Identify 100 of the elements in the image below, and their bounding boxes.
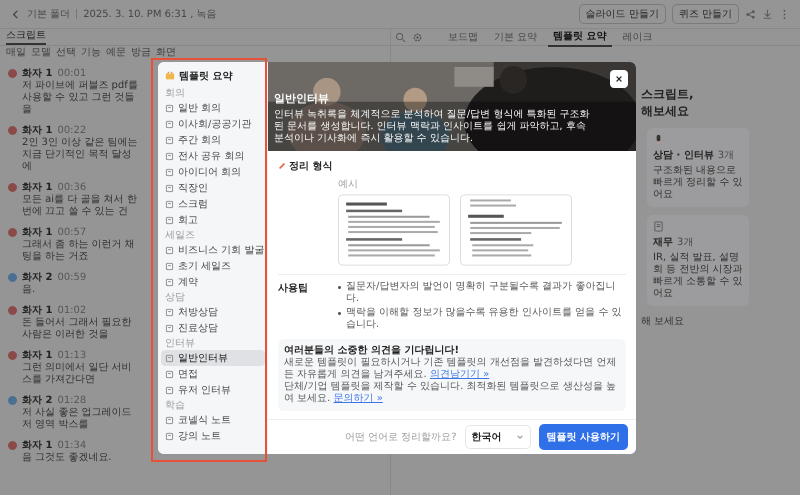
close-icon	[615, 75, 623, 83]
document-icon	[165, 370, 174, 378]
use-template-button[interactable]: 템플릿 사용하기	[538, 424, 628, 450]
document-icon	[653, 221, 664, 232]
template-item[interactable]: 면접	[161, 366, 265, 382]
share-icon[interactable]	[745, 8, 756, 20]
view-tab[interactable]: 보드맵	[443, 28, 483, 46]
document-icon	[165, 136, 174, 144]
template-item[interactable]: 유저 인터뷰	[161, 382, 265, 398]
template-item[interactable]: 코넬식 노트	[161, 412, 265, 428]
section-label: 인터뷰	[164, 338, 196, 350]
speaker-name: 화자 1	[22, 226, 52, 239]
card-count: 3개	[718, 149, 734, 162]
section-label: 세일즈	[164, 230, 196, 242]
language-prompt: 어떤 언어로 정리할까요?	[344, 431, 457, 444]
keyword-chip[interactable]: 기능	[81, 47, 101, 59]
keyword-chip[interactable]: 선택	[56, 47, 76, 59]
document-icon	[165, 386, 174, 394]
example-label: 예시	[338, 178, 359, 192]
speaker-name: 화자 1	[22, 124, 52, 137]
document-icon	[165, 324, 174, 332]
feedback-title: 여러분들의 소중한 의견을 기다립니다!	[284, 345, 460, 358]
template-item[interactable]: 초기 세일즈	[161, 258, 265, 274]
view-tab[interactable]: 템플릿 요약	[548, 27, 612, 47]
transcript-text: 그런 의미에서 일단 서비스를 가져간다면	[21, 362, 133, 386]
section-label: 학습	[164, 400, 186, 412]
feedback-link[interactable]: 문의하기 »	[334, 393, 383, 404]
transcript-text: 2인 3인 이상 같은 팀에는 지금 단기적인 목적 달성에	[21, 137, 138, 173]
card-description: IR, 실적 발표, 설명회 등 전반의 시장과 빠르게 소통할 수 있어요	[653, 252, 743, 300]
document-icon	[165, 104, 174, 112]
section-label: 상담	[164, 292, 186, 304]
keyword-chip[interactable]: 매일	[6, 47, 26, 59]
speaker-name: 화자 1	[22, 439, 52, 452]
document-icon	[165, 416, 174, 424]
section-label: 회의	[164, 88, 186, 100]
script-tab[interactable]: 스크립트	[6, 28, 46, 45]
card-title: 재무	[653, 236, 673, 249]
template-item[interactable]: 비즈니스 기회 발굴	[161, 242, 265, 258]
document-icon	[165, 120, 174, 128]
document-icon	[165, 216, 174, 224]
transcript-text: 모든 ai를 다 골을 쳐서 한 번에 끄고 쓸 수 있는 건	[21, 194, 138, 218]
speaker-name: 화자 2	[22, 271, 52, 284]
document-icon	[165, 308, 174, 316]
tip-text: 맥락을 이해할 정보가 많을수록 유용한 인사이트를 얻을 수 있습니다.	[346, 307, 622, 332]
template-item[interactable]: 직장인	[161, 180, 265, 196]
template-item[interactable]: 강의 노트	[161, 428, 265, 444]
keyword-chip[interactable]: 화면	[156, 47, 176, 59]
bullet-icon	[338, 286, 341, 290]
template-item[interactable]: 일반 회의	[161, 100, 265, 116]
template-card[interactable]: 상담 · 인터뷰 3개 구조화된 내용으로 빠르게 정리할 수 있어요	[647, 128, 749, 207]
language-select[interactable]: 한국어	[464, 425, 531, 450]
panel-heading: 스크립트,	[641, 86, 695, 103]
transcript-text: 저 사실 좋은 업그레이드 저 영역 박스를	[21, 407, 133, 431]
bullet-icon	[338, 312, 341, 316]
template-item[interactable]: 계약	[161, 274, 265, 290]
toolbar-button[interactable]: 슬라이드 만들기	[578, 4, 666, 24]
section-title: 사용팁	[278, 282, 309, 296]
recording-title: 2025. 3. 10. PM 6:31 , 녹음	[83, 8, 217, 21]
template-item[interactable]: 일반인터뷰	[161, 350, 265, 366]
keyword-chip[interactable]: 예문	[106, 47, 126, 59]
keyword-chip[interactable]: 방금	[131, 47, 151, 59]
document-icon	[165, 246, 174, 254]
template-item[interactable]: 이사회/공공기관	[161, 116, 265, 132]
transcript-text: 음.	[21, 284, 36, 296]
download-icon[interactable]	[762, 8, 773, 20]
view-tab[interactable]: 레이크	[618, 28, 658, 46]
template-item[interactable]: 아이디어 회의	[161, 164, 265, 180]
feedback-text: 단체/기업 템플릿을 제작할 수 있습니다. 최적화된 템플릿으로 생산성을 높여 보세요. 문의하기 »	[284, 381, 617, 406]
template-item[interactable]: 스크럼	[161, 196, 265, 212]
document-icon	[165, 432, 174, 440]
card-description: 구조화된 내용으로 빠르게 정리할 수 있어요	[653, 165, 743, 201]
template-item[interactable]: 처방상담	[161, 304, 265, 320]
speaker-name: 화자 1	[22, 181, 52, 194]
transcript-text: 돈 들어서 그래서 필요한 사람은 이러한 것을	[21, 317, 133, 341]
template-title: 일반인터뷰	[274, 91, 330, 106]
template-item[interactable]: 주간 회의	[161, 132, 265, 148]
toolbar-button[interactable]: 퀴즈 만들기	[672, 4, 739, 24]
template-item[interactable]: 전사 공유 회의	[161, 148, 265, 164]
card-count: 3개	[677, 236, 694, 249]
template-description: 인터뷰 녹취록을 체계적으로 분석하여 질문/답변 형식에 특화된 구조화된 문서를 생성합니다. 인터뷰 맥락과 인사이트를 쉽게 파악하고, 후속 분석이나 기사화에 즉시 활용할 수 있습니다.	[274, 109, 591, 146]
speaker-name: 화자 2	[22, 394, 52, 407]
keyword-chip[interactable]: 모델	[31, 47, 51, 59]
search-icon[interactable]	[395, 32, 406, 42]
template-item[interactable]: 진료상담	[161, 320, 265, 336]
close-button[interactable]	[610, 70, 628, 88]
transcript-text: 음 그것도 좋겠네요.	[21, 452, 113, 464]
speaker-name: 화자 1	[22, 349, 52, 362]
hint-text: 해 보세요	[641, 315, 686, 328]
template-card[interactable]: 재무 3개 IR, 실적 발표, 설명회 등 전반의 시장과 빠르게 소통할 수 있어요	[647, 215, 749, 306]
view-tab[interactable]: 기본 요약	[489, 28, 542, 46]
document-icon	[165, 168, 174, 176]
breadcrumb-link[interactable]: 기본 폴더	[27, 7, 70, 21]
feedback-text: 새로운 템플릿이 필요하시거나 기존 템플릿의 개선점을 발견하셨다면 언제든 자유롭게 의견을 남겨주세요. 의견남기기 »	[284, 357, 618, 382]
back-icon[interactable]	[10, 8, 21, 20]
template-item[interactable]: 회고	[161, 212, 265, 228]
pencil-icon	[278, 162, 286, 170]
sidebar-title: 템플릿 요약	[179, 70, 232, 83]
document-icon	[165, 354, 174, 362]
settings-icon[interactable]	[412, 32, 423, 42]
feedback-link[interactable]: 의견남기기 »	[430, 369, 490, 380]
